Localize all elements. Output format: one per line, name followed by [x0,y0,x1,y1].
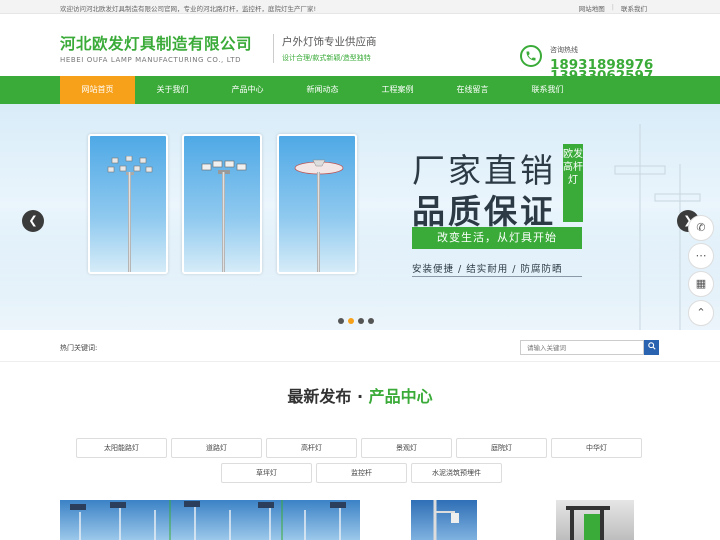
product-thumb-monitoring-pole[interactable] [411,500,477,540]
category-zhonghua-lamp[interactable]: 中华灯 [551,438,642,458]
category-garden-lamp[interactable]: 庭院灯 [456,438,547,458]
category-landscape-lamp[interactable]: 景观灯 [361,438,452,458]
banner-green-bar: 改变生活，从灯具开始 [412,227,582,249]
category-high-mast-lamp[interactable]: 高杆灯 [266,438,357,458]
banner-features: 安装便捷 / 结实耐用 / 防腐防晒 [412,264,563,275]
nav-item-news[interactable]: 新闻动态 [285,76,360,104]
banner-vertical-tag: 欧发高杆灯 [563,144,583,222]
main-nav: 网站首页 关于我们 产品中心 新闻动态 工程案例 在线留言 联系我们 [0,76,720,104]
nav-item-about[interactable]: 关于我们 [135,76,210,104]
phone-float-icon[interactable]: ✆ [688,215,714,241]
product-thumb-solar-lamps[interactable] [60,500,360,540]
slide-dot-3[interactable] [358,318,364,324]
search-box [520,340,659,355]
section-title: 最新发布 · 产品中心 [0,383,720,407]
hotline-label: 咨询热线 [550,46,578,54]
product-photo-2 [182,134,262,274]
category-lawn-lamp[interactable]: 草坪灯 [221,463,312,483]
section-divider [0,361,720,362]
search-icon[interactable] [644,340,659,355]
contact-link[interactable]: 联系我们 [614,3,654,13]
top-links: 网站地图 | 联系我们 [572,3,654,13]
garden-lamp-image [566,506,610,540]
slide-dot-4[interactable] [368,318,374,324]
search-input[interactable] [520,340,644,355]
welcome-text: 欢迎访问河北欧发灯具制造有限公司官网，专业的河北路灯杆，监控杆，庭院灯生产厂家! [60,5,317,13]
chevron-left-icon[interactable]: ❮ [22,210,44,232]
nav-item-products[interactable]: 产品中心 [210,76,285,104]
category-road-lamp[interactable]: 道路灯 [171,438,262,458]
slide-dots [338,318,374,324]
arrow-up-float-icon[interactable]: ⌃ [688,300,714,326]
solar-lamp-row-image [70,500,346,540]
company-name-cn: 河北欧发灯具制造有限公司 [60,35,253,53]
slide-dot-1[interactable] [338,318,344,324]
slogan-main: 户外灯饰专业供应商 [282,36,377,48]
slide-dot-2[interactable] [348,318,354,324]
nav-item-home[interactable]: 网站首页 [60,76,135,104]
product-photo-3 [277,134,357,274]
qrcode-float-icon[interactable]: ▦ [688,271,714,297]
category-monitoring-pole[interactable]: 监控杆 [316,463,407,483]
phone-icon [520,45,542,67]
nav-item-cases[interactable]: 工程案例 [360,76,435,104]
lamp-pole [128,172,131,272]
top-bar: 欢迎访问河北欧发灯具制造有限公司官网，专业的河北路灯杆，监控杆，庭院灯生产厂家!… [0,0,720,14]
lamp-pole [317,172,320,272]
product-photo-1 [88,134,168,274]
hot-keywords-label: 热门关键词: [60,344,98,352]
category-concrete-embedded-part[interactable]: 水泥浇筑预埋件 [411,463,502,483]
category-solar-street-lamp[interactable]: 太阳能路灯 [76,438,167,458]
nav-item-contact[interactable]: 联系我们 [510,76,585,104]
banner-title-2: 品质保证 [412,192,556,231]
section-title-a: 最新发布 · [287,387,369,406]
chat-float-icon[interactable]: ⋯ [688,243,714,269]
slogan-sub: 设计合理/款式新颖/造型独特 [282,54,371,62]
site-header: 河北欧发灯具制造有限公司 HEBEI OUFA LAMP MANUFACTURI… [0,14,720,83]
nav-item-message[interactable]: 在线留言 [435,76,510,104]
features-underline [412,276,582,277]
monitoring-pole-image [433,500,459,540]
lamp-pole [222,172,225,272]
product-thumb-garden-lamp[interactable] [556,500,634,540]
company-name-en: HEBEI OUFA LAMP MANUFACTURING CO., LTD [60,56,242,64]
section-title-b: 产品中心 [368,387,433,406]
hero-banner[interactable]: 厂家直销 品质保证 欧发高杆灯 改变生活，从灯具开始 安装便捷 / 结实耐用 /… [0,104,720,330]
header-slogan: 户外灯饰专业供应商 设计合理/款式新颖/造型独特 [273,34,377,63]
company-logo[interactable]: 河北欧发灯具制造有限公司 HEBEI OUFA LAMP MANUFACTURI… [60,32,252,64]
sitemap-link[interactable]: 网站地图 [572,3,612,13]
